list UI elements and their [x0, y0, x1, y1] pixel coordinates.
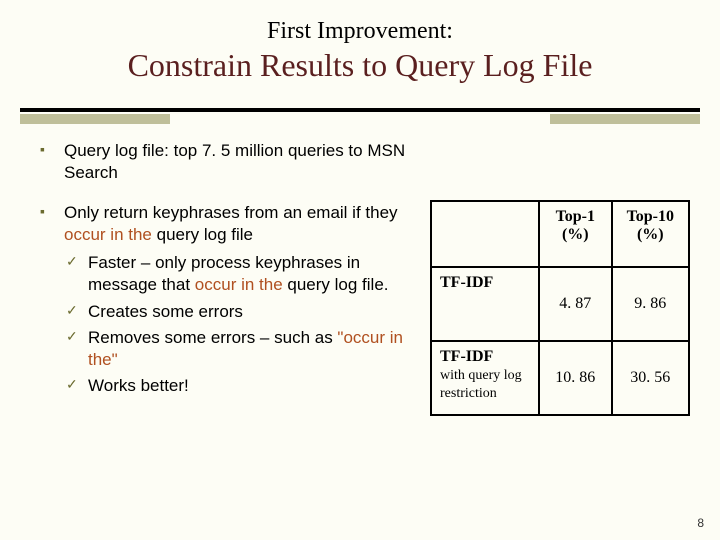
- row2-label-sub: with query log restriction: [440, 368, 522, 401]
- table-row: TF-IDF with query log restriction 10. 86…: [431, 341, 689, 415]
- check-list: Faster – only process keyphrases in mess…: [64, 252, 420, 397]
- bullet-2-accent: occur in the: [64, 225, 152, 244]
- bullet-2: Only return keyphrases from an email if …: [40, 202, 420, 397]
- th-top10: Top-10 (%): [612, 201, 689, 267]
- check-1-accent: occur in the: [195, 275, 283, 294]
- row2-top10: 30. 56: [612, 341, 689, 415]
- bullet-1-text: Query log file: top 7. 5 million queries…: [64, 141, 405, 182]
- page-number: 8: [697, 516, 704, 530]
- body: Query log file: top 7. 5 million queries…: [40, 140, 690, 510]
- check-3: Removes some errors – such as "occur in …: [64, 327, 420, 371]
- th-top1: Top-1 (%): [539, 201, 612, 267]
- check-1: Faster – only process keyphrases in mess…: [64, 252, 420, 296]
- row2-label-main: TF-IDF: [440, 348, 493, 365]
- bullet-1: Query log file: top 7. 5 million queries…: [40, 140, 420, 184]
- row1-top1: 4. 87: [539, 267, 612, 341]
- row1-top10: 9. 86: [612, 267, 689, 341]
- check-2-text: Creates some errors: [88, 302, 243, 321]
- rule-shadow-left: [20, 114, 170, 124]
- bullet-list: Query log file: top 7. 5 million queries…: [40, 140, 420, 397]
- slide: First Improvement: Constrain Results to …: [0, 0, 720, 540]
- title-rule: [20, 108, 700, 112]
- results-table-wrap: Top-1 (%) Top-10 (%) TF-IDF 4. 87 9. 86 …: [430, 200, 690, 416]
- row2-label: TF-IDF with query log restriction: [431, 341, 539, 415]
- title-sup: First Improvement:: [0, 18, 720, 45]
- check-1-tail: query log file.: [283, 275, 389, 294]
- check-3-lead: Removes some errors – such as: [88, 328, 337, 347]
- th-blank: [431, 201, 539, 267]
- title-block: First Improvement: Constrain Results to …: [0, 0, 720, 84]
- check-2: Creates some errors: [64, 301, 420, 323]
- results-table: Top-1 (%) Top-10 (%) TF-IDF 4. 87 9. 86 …: [430, 200, 690, 416]
- check-4-text: Works better!: [88, 376, 189, 395]
- bullet-2-lead: Only return keyphrases from an email if …: [64, 203, 398, 222]
- table-row: TF-IDF 4. 87 9. 86: [431, 267, 689, 341]
- row1-label: TF-IDF: [431, 267, 539, 341]
- table-header-row: Top-1 (%) Top-10 (%): [431, 201, 689, 267]
- bullet-2-tail: query log file: [152, 225, 253, 244]
- check-4: Works better!: [64, 375, 420, 397]
- row2-top1: 10. 86: [539, 341, 612, 415]
- title-main: Constrain Results to Query Log File: [0, 47, 720, 84]
- rule-shadow-right: [550, 114, 700, 124]
